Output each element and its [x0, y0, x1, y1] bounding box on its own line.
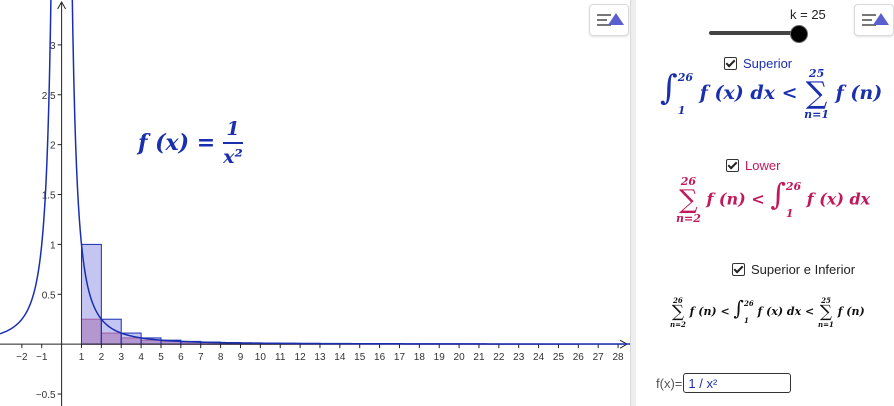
- y-tick-label: −0.5: [36, 390, 56, 401]
- formula-denominator: x²: [223, 146, 243, 168]
- graphics-style-bar-button[interactable]: [589, 4, 629, 36]
- superior-formula: ∫ 26 1 f (x) dx < 25 ∑ n=1 f (n): [660, 68, 882, 120]
- x-tick-label: 21: [473, 352, 485, 363]
- sum-lower: n=2: [676, 212, 701, 225]
- function-curve-right: [71, 0, 630, 345]
- x-tick-label: −1: [36, 352, 48, 363]
- integrand: f (x) dx: [806, 189, 871, 209]
- x-tick-label: 18: [414, 352, 426, 363]
- lower-label: Lower: [745, 158, 781, 173]
- function-plot[interactable]: −2 −1 1 2 3 4 5 6 7 8 9 10 11 12 13 14 15 16 17 18 19 20 21 22 2…: [0, 0, 630, 406]
- sum-block: 25 ∑ n=1: [804, 68, 829, 120]
- summand: f (n) <: [706, 189, 765, 209]
- x-tick-label: 7: [198, 352, 204, 363]
- function-input[interactable]: [683, 373, 792, 393]
- both-label: Superior e Inferior: [751, 262, 856, 277]
- x-tick-label: 2: [99, 352, 105, 363]
- x-tick-label: 15: [354, 352, 366, 363]
- x-tick-label: 16: [374, 352, 386, 363]
- x-tick-label: 27: [593, 352, 605, 363]
- x-tick-label: 20: [454, 352, 466, 363]
- integrand: f (x) dx <: [699, 82, 798, 104]
- x-tick-label: 19: [434, 352, 446, 363]
- summand: f (n): [835, 82, 883, 104]
- integral-lower: 1: [785, 207, 794, 220]
- integral-limits: 26 1: [744, 300, 754, 324]
- upper-rectangle: [80, 243, 102, 345]
- x-tick-label: 8: [218, 352, 224, 363]
- function-curve-left: [0, 0, 52, 335]
- algebra-style-bar-button[interactable]: [854, 4, 894, 36]
- integral-limits: 26 1: [786, 181, 801, 219]
- sum-block: 25 ∑ n=1: [818, 297, 834, 328]
- integral-lower: 1: [743, 316, 749, 325]
- function-input-row: f(x)=: [656, 373, 792, 393]
- sigma-sign: ∑: [679, 185, 698, 215]
- both-checkbox[interactable]: [732, 263, 745, 276]
- formula-fraction: 1 x²: [223, 118, 243, 168]
- sigma-sign: ∑: [819, 301, 833, 322]
- x-tick-label: 10: [255, 352, 267, 363]
- summand: f (n): [837, 305, 865, 318]
- sum-block: 26 ∑ n=2: [676, 176, 701, 224]
- algebra-view: k = 25 Superior ∫ 26 1 f (x) dx < 25 ∑ n=1 f…: [636, 0, 894, 406]
- y-tick-label: 0.5: [42, 290, 56, 301]
- x-tick-label: 14: [334, 352, 346, 363]
- y-tick-label: 1: [50, 240, 56, 251]
- x-tick-label: 4: [138, 352, 144, 363]
- x-tick-label: 24: [533, 352, 545, 363]
- k-slider-knob[interactable]: [790, 25, 809, 43]
- lower-checkbox-row[interactable]: Lower: [726, 158, 780, 173]
- y-tick-label: 2: [50, 141, 56, 152]
- both-formula: 26 ∑ n=2 f (n) < ∫ 26 1 f (x) dx < 25 ∑ n=1 f …: [670, 296, 865, 328]
- y-tick-label: 3: [50, 41, 56, 52]
- triangle-icon: [873, 13, 889, 25]
- triangle-icon: [608, 13, 624, 25]
- integral-upper: 26: [785, 180, 802, 193]
- x-tick-label: 6: [178, 352, 184, 363]
- x-tick-label: 22: [493, 352, 505, 363]
- sigma-sign: ∑: [805, 76, 828, 111]
- function-formula: f (x) = 1 x²: [138, 118, 243, 168]
- x-tick-label: −2: [16, 352, 28, 363]
- fraction-bar: [223, 142, 243, 144]
- integral-lower: 1: [677, 104, 686, 117]
- integrand: f (x) dx <: [757, 305, 815, 318]
- integral-limits: 26 1: [678, 72, 693, 116]
- lower-formula: 26 ∑ n=2 f (n) < ∫ 26 1 f (x) dx: [676, 176, 870, 224]
- x-tick-label: 26: [573, 352, 585, 363]
- graphics-view[interactable]: −2 −1 1 2 3 4 5 6 7 8 9 10 11 12 13 14 15 16 17 18 19 20 21 22 2…: [0, 0, 630, 406]
- integral-upper: 26: [677, 71, 694, 84]
- integral-upper: 26: [743, 299, 754, 308]
- integral-sign: ∫: [770, 177, 786, 213]
- formula-numerator: 1: [226, 118, 240, 140]
- sum-block: 26 ∑ n=2: [670, 297, 686, 328]
- sigma-sign: ∑: [671, 301, 684, 322]
- sum-lower: n=2: [670, 319, 686, 329]
- integral-sign: ∫: [660, 68, 678, 108]
- x-tick-label: 9: [238, 352, 244, 363]
- x-tick-label: 11: [275, 352, 286, 363]
- slider-label: k = 25: [790, 7, 826, 22]
- x-tick-label: 23: [513, 352, 525, 363]
- x-tick-label: 25: [553, 352, 565, 363]
- x-tick-label: 13: [314, 352, 326, 363]
- input-label: f(x)=: [656, 375, 683, 391]
- both-checkbox-row[interactable]: Superior e Inferior: [732, 262, 855, 277]
- x-tick-label: 17: [394, 352, 406, 363]
- integral-sign: ∫: [733, 296, 744, 320]
- formula-lhs: f (x) =: [138, 130, 216, 156]
- x-tick-label: 12: [295, 352, 307, 363]
- x-tick-label: 1: [79, 352, 85, 363]
- summand: f (n) <: [689, 305, 730, 318]
- x-tick-label: 3: [118, 352, 124, 363]
- x-tick-label: 28: [613, 352, 625, 363]
- x-tick-label: 5: [158, 352, 164, 363]
- sum-lower: n=1: [818, 319, 834, 329]
- y-tick-label: 1.5: [42, 191, 56, 202]
- sum-lower: n=1: [804, 108, 830, 121]
- lower-checkbox[interactable]: [726, 159, 739, 172]
